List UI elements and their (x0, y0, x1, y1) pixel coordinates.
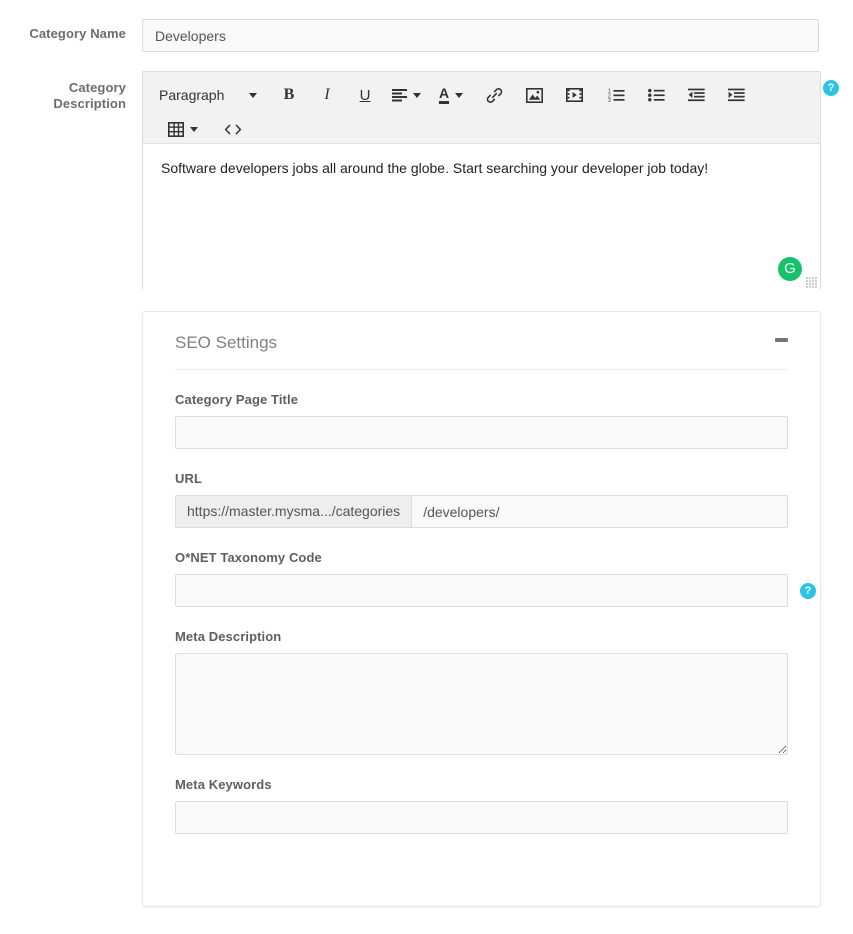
numbered-list-icon[interactable]: 1 2 3 (602, 80, 630, 110)
meta-description-label: Meta Description (175, 629, 282, 644)
editor-resize-handle[interactable] (806, 277, 818, 289)
category-description-label-line1: Category (68, 80, 126, 95)
editor-toolbar: Paragraph B I U A 1 2 3 (143, 72, 820, 144)
meta-keywords-label: Meta Keywords (175, 777, 272, 792)
table-icon[interactable] (165, 114, 201, 144)
editor-toolbar-row-2 (151, 112, 812, 146)
editor-paragraph: Software developers jobs all around the … (161, 160, 709, 176)
svg-text:3: 3 (608, 98, 611, 102)
editor-toolbar-row-1: Paragraph B I U A 1 2 3 (151, 78, 812, 112)
category-description-help-icon[interactable]: ? (823, 80, 839, 96)
editor-content-area[interactable]: Software developers jobs all around the … (143, 144, 820, 291)
outdent-icon[interactable] (682, 80, 710, 110)
category-page-title-label: Category Page Title (175, 392, 299, 407)
category-name-input[interactable] (142, 19, 819, 52)
video-icon[interactable] (560, 80, 588, 110)
grammarly-icon[interactable]: G (778, 257, 802, 281)
meta-description-textarea[interactable] (175, 653, 788, 755)
italic-icon[interactable]: I (313, 80, 341, 110)
onet-taxonomy-code-label: O*NET Taxonomy Code (175, 550, 322, 565)
chevron-down-icon (190, 126, 198, 132)
chevron-down-icon (249, 92, 257, 98)
url-group: URL https://master.mysma.../categories (175, 449, 788, 528)
seo-settings-body: Category Page Title URL https://master.m… (143, 370, 820, 834)
underline-icon[interactable]: U (351, 80, 379, 110)
meta-description-group: Meta Description (175, 607, 788, 755)
onet-taxonomy-code-help-icon[interactable]: ? (800, 583, 816, 599)
onet-taxonomy-code-group: O*NET Taxonomy Code ? (175, 528, 816, 607)
onet-taxonomy-code-row: ? (175, 574, 816, 607)
url-label: URL (175, 471, 203, 486)
category-page-title-input[interactable] (175, 416, 788, 449)
source-code-icon[interactable] (219, 114, 247, 144)
category-description-label: Category Description (0, 80, 126, 112)
meta-keywords-input[interactable] (175, 801, 788, 834)
seo-settings-panel: SEO Settings Category Page Title URL htt… (142, 311, 821, 907)
category-page-title-group: Category Page Title (175, 370, 788, 449)
paragraph-format-value: Paragraph (159, 87, 225, 103)
category-page-title-row (175, 416, 788, 449)
paragraph-format-dropdown[interactable]: Paragraph (151, 80, 261, 110)
meta-keywords-row (175, 801, 788, 834)
category-description-label-line2: Description (53, 96, 126, 111)
minus-icon[interactable] (775, 338, 788, 342)
category-name-label: Category Name (29, 26, 126, 41)
meta-keywords-group: Meta Keywords (175, 755, 788, 834)
seo-settings-title: SEO Settings (175, 333, 278, 352)
url-prefix-addon: https://master.mysma.../categories (175, 495, 412, 528)
bold-icon[interactable]: B (275, 80, 303, 110)
url-slug-input[interactable] (411, 495, 788, 528)
chevron-down-icon (413, 92, 421, 98)
image-icon[interactable] (520, 80, 548, 110)
text-color-icon[interactable]: A (436, 80, 466, 110)
indent-icon[interactable] (722, 80, 750, 110)
chevron-down-icon (455, 92, 464, 98)
bullet-list-icon[interactable] (642, 80, 670, 110)
align-left-icon[interactable] (389, 80, 424, 110)
rich-text-editor: Paragraph B I U A 1 2 3 Software develop… (142, 71, 821, 291)
link-icon[interactable] (480, 80, 508, 110)
category-edit-form: Category Name Category Description Parag… (0, 0, 853, 934)
seo-settings-header: SEO Settings (175, 312, 788, 370)
url-input-group: https://master.mysma.../categories (175, 495, 788, 528)
onet-taxonomy-code-input[interactable] (175, 574, 788, 607)
